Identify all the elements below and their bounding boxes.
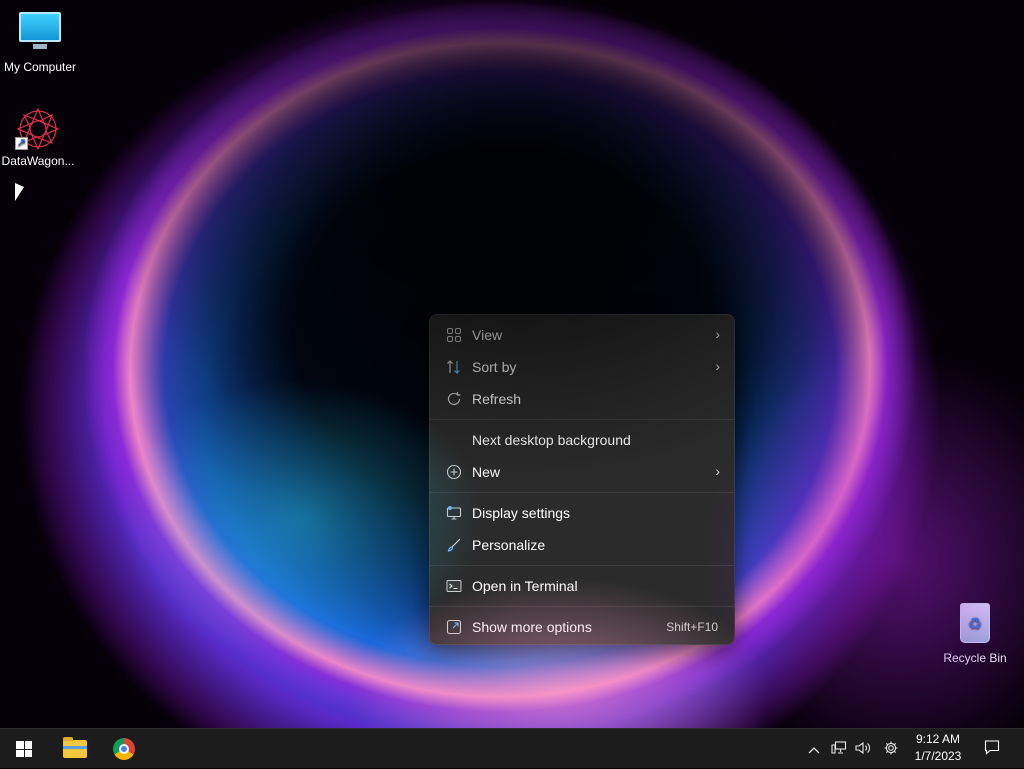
menu-separator <box>430 606 734 607</box>
notification-center-button[interactable] <box>976 729 1008 769</box>
menu-item-show-more-options[interactable]: Show more options Shift+F10 <box>434 611 730 643</box>
chevron-up-icon <box>808 741 820 757</box>
menu-item-shortcut: Shift+F10 <box>666 620 718 634</box>
chevron-right-icon: › <box>715 358 720 374</box>
monitor-icon <box>19 12 61 49</box>
menu-item-new[interactable]: New › <box>434 456 730 488</box>
taskbar-chrome[interactable] <box>104 729 144 769</box>
menu-item-label: Next desktop background <box>472 432 631 448</box>
menu-item-label: View <box>472 327 503 343</box>
grid-icon <box>446 327 462 343</box>
show-hidden-icons-button[interactable] <box>804 729 824 769</box>
network-button[interactable] <box>828 729 850 769</box>
desktop-icon-label: Recycle Bin <box>943 651 1007 665</box>
clock-time: 9:12 AM <box>915 732 961 746</box>
notification-icon <box>984 739 1000 759</box>
menu-item-display-settings[interactable]: Display settings <box>434 497 730 529</box>
terminal-icon <box>446 578 462 594</box>
menu-separator <box>430 492 734 493</box>
taskbar: 9:12 AM 1/7/2023 <box>0 728 1024 768</box>
chevron-right-icon: › <box>715 326 720 342</box>
desktop-icon-recycle-bin[interactable]: ♻ Recycle Bin <box>935 600 1015 665</box>
desktop-icon-label: My Computer <box>3 60 77 74</box>
desktop-context-menu: View › Sort by › Refresh Next desktop ba… <box>429 314 735 645</box>
settings-gear-icon <box>883 740 899 759</box>
chrome-icon <box>113 738 135 760</box>
menu-item-refresh[interactable]: Refresh <box>434 383 730 415</box>
desktop-background[interactable]: My Computer ↗ DataWagon... ♻ Recycle Bin <box>0 0 1024 728</box>
refresh-icon <box>446 391 462 407</box>
menu-separator <box>430 419 734 420</box>
menu-item-label: Display settings <box>472 505 571 521</box>
taskbar-file-explorer[interactable] <box>54 729 96 769</box>
clock-date: 1/7/2023 <box>914 749 962 763</box>
volume-icon <box>855 741 871 758</box>
start-icon <box>16 741 32 757</box>
volume-button[interactable] <box>852 729 874 769</box>
start-button[interactable] <box>4 729 44 769</box>
menu-item-personalize[interactable]: Personalize <box>434 529 730 561</box>
taskbar-clock[interactable]: 9:12 AM 1/7/2023 <box>906 731 970 765</box>
chevron-right-icon: › <box>715 463 720 479</box>
sort-icon <box>446 359 462 375</box>
menu-item-view[interactable]: View › <box>434 319 730 351</box>
menu-item-sort-by[interactable]: Sort by › <box>434 351 730 383</box>
mouse-cursor-icon <box>15 183 24 201</box>
brush-icon <box>446 537 462 553</box>
desktop-icon-label: DataWagon... <box>1 154 75 168</box>
recycle-bin-icon: ♻ <box>960 603 990 643</box>
menu-item-next-desktop-background[interactable]: Next desktop background <box>434 424 730 456</box>
menu-separator <box>430 565 734 566</box>
menu-item-label: Sort by <box>472 359 517 375</box>
menu-item-label: Personalize <box>472 537 546 553</box>
desktop-icon-my-computer[interactable]: My Computer <box>0 6 80 74</box>
network-icon <box>831 740 847 758</box>
open-external-icon <box>446 619 462 635</box>
menu-item-label: Show more options <box>472 619 592 635</box>
file-explorer-icon <box>63 737 87 758</box>
desktop-icon-datawagon[interactable]: ↗ DataWagon... <box>0 106 78 168</box>
menu-item-open-in-terminal[interactable]: Open in Terminal <box>434 570 730 602</box>
menu-item-label: New <box>472 464 501 480</box>
display-icon <box>446 505 462 521</box>
plus-circle-icon <box>446 464 462 480</box>
menu-item-label: Refresh <box>472 391 522 407</box>
shortcut-arrow-icon: ↗ <box>15 137 28 150</box>
settings-button[interactable] <box>880 729 902 769</box>
menu-item-label: Open in Terminal <box>472 578 578 594</box>
